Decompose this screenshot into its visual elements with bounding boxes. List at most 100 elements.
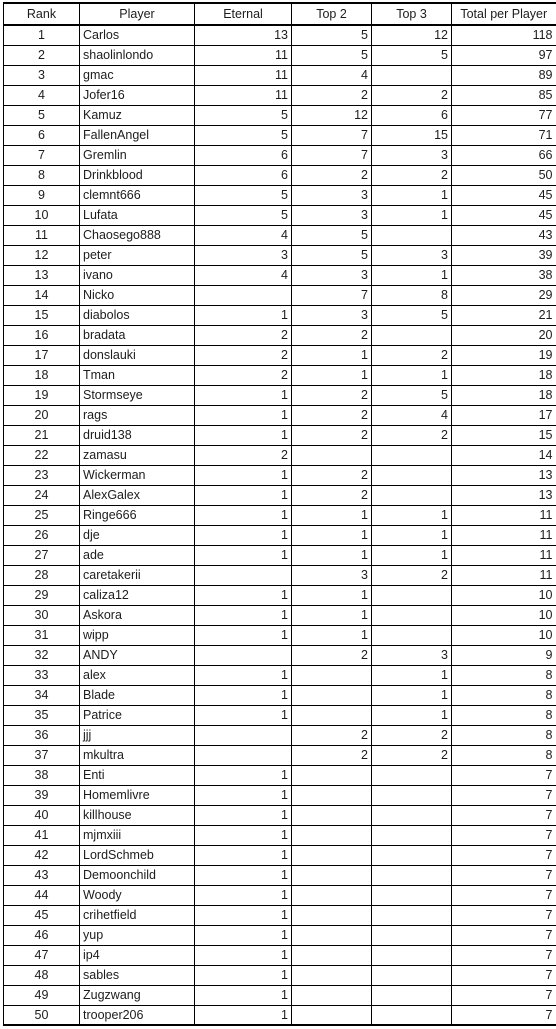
cell-top2[interactable]: 1	[291, 504, 372, 526]
cell-player[interactable]: dje	[79, 524, 195, 546]
cell-rank[interactable]: 34	[3, 684, 80, 706]
cell-top3[interactable]: 1	[371, 664, 452, 686]
cell-eternal[interactable]: 1	[194, 624, 292, 646]
cell-total[interactable]: 21	[451, 304, 556, 326]
cell-total[interactable]: 39	[451, 244, 556, 266]
cell-total[interactable]: 7	[451, 924, 556, 946]
cell-eternal[interactable]: 1	[194, 664, 292, 686]
cell-top3[interactable]: 1	[371, 704, 452, 726]
cell-top2[interactable]	[291, 904, 372, 926]
cell-rank[interactable]: 44	[3, 884, 80, 906]
cell-player[interactable]: sables	[79, 964, 195, 986]
cell-top2[interactable]: 2	[291, 724, 372, 746]
cell-eternal[interactable]: 1	[194, 984, 292, 1006]
cell-player[interactable]: alex	[79, 664, 195, 686]
cell-eternal[interactable]: 1	[194, 484, 292, 506]
cell-player[interactable]: Ringe666	[79, 504, 195, 526]
table-row[interactable]: 18 Tman 2 1 1 18	[3, 364, 556, 386]
cell-top2[interactable]: 3	[291, 304, 372, 326]
cell-top3[interactable]	[371, 984, 452, 1006]
cell-top3[interactable]	[371, 824, 452, 846]
table-row[interactable]: 49 Zugzwang 1 7	[3, 984, 556, 1006]
cell-total[interactable]: 9	[451, 644, 556, 666]
table-row[interactable]: 25 Ringe666 1 1 1 11	[3, 504, 556, 526]
cell-player[interactable]: caretakerii	[79, 564, 195, 586]
table-row[interactable]: 15 diabolos 1 3 5 21	[3, 304, 556, 326]
cell-eternal[interactable]: 1	[194, 404, 292, 426]
cell-eternal[interactable]: 1	[194, 944, 292, 966]
cell-top3[interactable]	[371, 584, 452, 606]
cell-eternal[interactable]: 1	[194, 304, 292, 326]
cell-total[interactable]: 7	[451, 864, 556, 886]
cell-eternal[interactable]: 1	[194, 424, 292, 446]
cell-top3[interactable]: 8	[371, 284, 452, 306]
table-row[interactable]: 45 crihetfield 1 7	[3, 904, 556, 926]
cell-top2[interactable]: 7	[291, 124, 372, 146]
cell-total[interactable]: 19	[451, 344, 556, 366]
cell-top2[interactable]: 1	[291, 524, 372, 546]
cell-eternal[interactable]	[194, 724, 292, 746]
cell-eternal[interactable]: 5	[194, 204, 292, 226]
cell-total[interactable]: 8	[451, 704, 556, 726]
cell-player[interactable]: killhouse	[79, 804, 195, 826]
cell-eternal[interactable]: 1	[194, 1004, 292, 1026]
table-row[interactable]: 35 Patrice 1 1 8	[3, 704, 556, 726]
table-row[interactable]: 4 Jofer16 11 2 2 85	[3, 84, 556, 106]
cell-rank[interactable]: 26	[3, 524, 80, 546]
cell-total[interactable]: 11	[451, 524, 556, 546]
cell-player[interactable]: gmac	[79, 64, 195, 86]
cell-rank[interactable]: 48	[3, 964, 80, 986]
table-row[interactable]: 37 mkultra 2 2 8	[3, 744, 556, 766]
cell-player[interactable]: druid138	[79, 424, 195, 446]
cell-rank[interactable]: 18	[3, 364, 80, 386]
cell-top2[interactable]: 2	[291, 164, 372, 186]
cell-rank[interactable]: 49	[3, 984, 80, 1006]
cell-eternal[interactable]: 1	[194, 384, 292, 406]
cell-rank[interactable]: 17	[3, 344, 80, 366]
cell-total[interactable]: 7	[451, 964, 556, 986]
cell-player[interactable]: Tman	[79, 364, 195, 386]
cell-total[interactable]: 11	[451, 544, 556, 566]
table-row[interactable]: 46 yup 1 7	[3, 924, 556, 946]
cell-player[interactable]: ivano	[79, 264, 195, 286]
cell-top3[interactable]	[371, 844, 452, 866]
cell-rank[interactable]: 50	[3, 1004, 80, 1026]
cell-player[interactable]: Gremlin	[79, 144, 195, 166]
cell-total[interactable]: 10	[451, 604, 556, 626]
table-row[interactable]: 7 Gremlin 6 7 3 66	[3, 144, 556, 166]
cell-player[interactable]: shaolinlondo	[79, 44, 195, 66]
table-row[interactable]: 6 FallenAngel 5 7 15 71	[3, 124, 556, 146]
cell-top3[interactable]	[371, 764, 452, 786]
cell-total[interactable]: 85	[451, 84, 556, 106]
cell-eternal[interactable]: 1	[194, 684, 292, 706]
table-row[interactable]: 5 Kamuz 5 12 6 77	[3, 104, 556, 126]
cell-eternal[interactable]: 1	[194, 704, 292, 726]
cell-top3[interactable]: 4	[371, 404, 452, 426]
table-row[interactable]: 12 peter 3 5 3 39	[3, 244, 556, 266]
table-row[interactable]: 8 Drinkblood 6 2 2 50	[3, 164, 556, 186]
table-row[interactable]: 23 Wickerman 1 2 13	[3, 464, 556, 486]
cell-top2[interactable]: 3	[291, 184, 372, 206]
cell-total[interactable]: 7	[451, 944, 556, 966]
cell-total[interactable]: 89	[451, 64, 556, 86]
cell-rank[interactable]: 46	[3, 924, 80, 946]
cell-top2[interactable]	[291, 784, 372, 806]
cell-rank[interactable]: 5	[3, 104, 80, 126]
cell-total[interactable]: 7	[451, 804, 556, 826]
cell-rank[interactable]: 15	[3, 304, 80, 326]
cell-top3[interactable]: 5	[371, 44, 452, 66]
cell-rank[interactable]: 8	[3, 164, 80, 186]
cell-rank[interactable]: 45	[3, 904, 80, 926]
cell-player[interactable]: diabolos	[79, 304, 195, 326]
cell-eternal[interactable]: 4	[194, 224, 292, 246]
cell-eternal[interactable]: 1	[194, 804, 292, 826]
column-header-player[interactable]: Player	[79, 2, 195, 26]
cell-total[interactable]: 7	[451, 1004, 556, 1026]
cell-top3[interactable]	[371, 804, 452, 826]
cell-eternal[interactable]: 1	[194, 544, 292, 566]
cell-top2[interactable]: 5	[291, 44, 372, 66]
cell-top3[interactable]	[371, 784, 452, 806]
cell-total[interactable]: 7	[451, 764, 556, 786]
cell-rank[interactable]: 47	[3, 944, 80, 966]
column-header-rank[interactable]: Rank	[3, 2, 80, 26]
